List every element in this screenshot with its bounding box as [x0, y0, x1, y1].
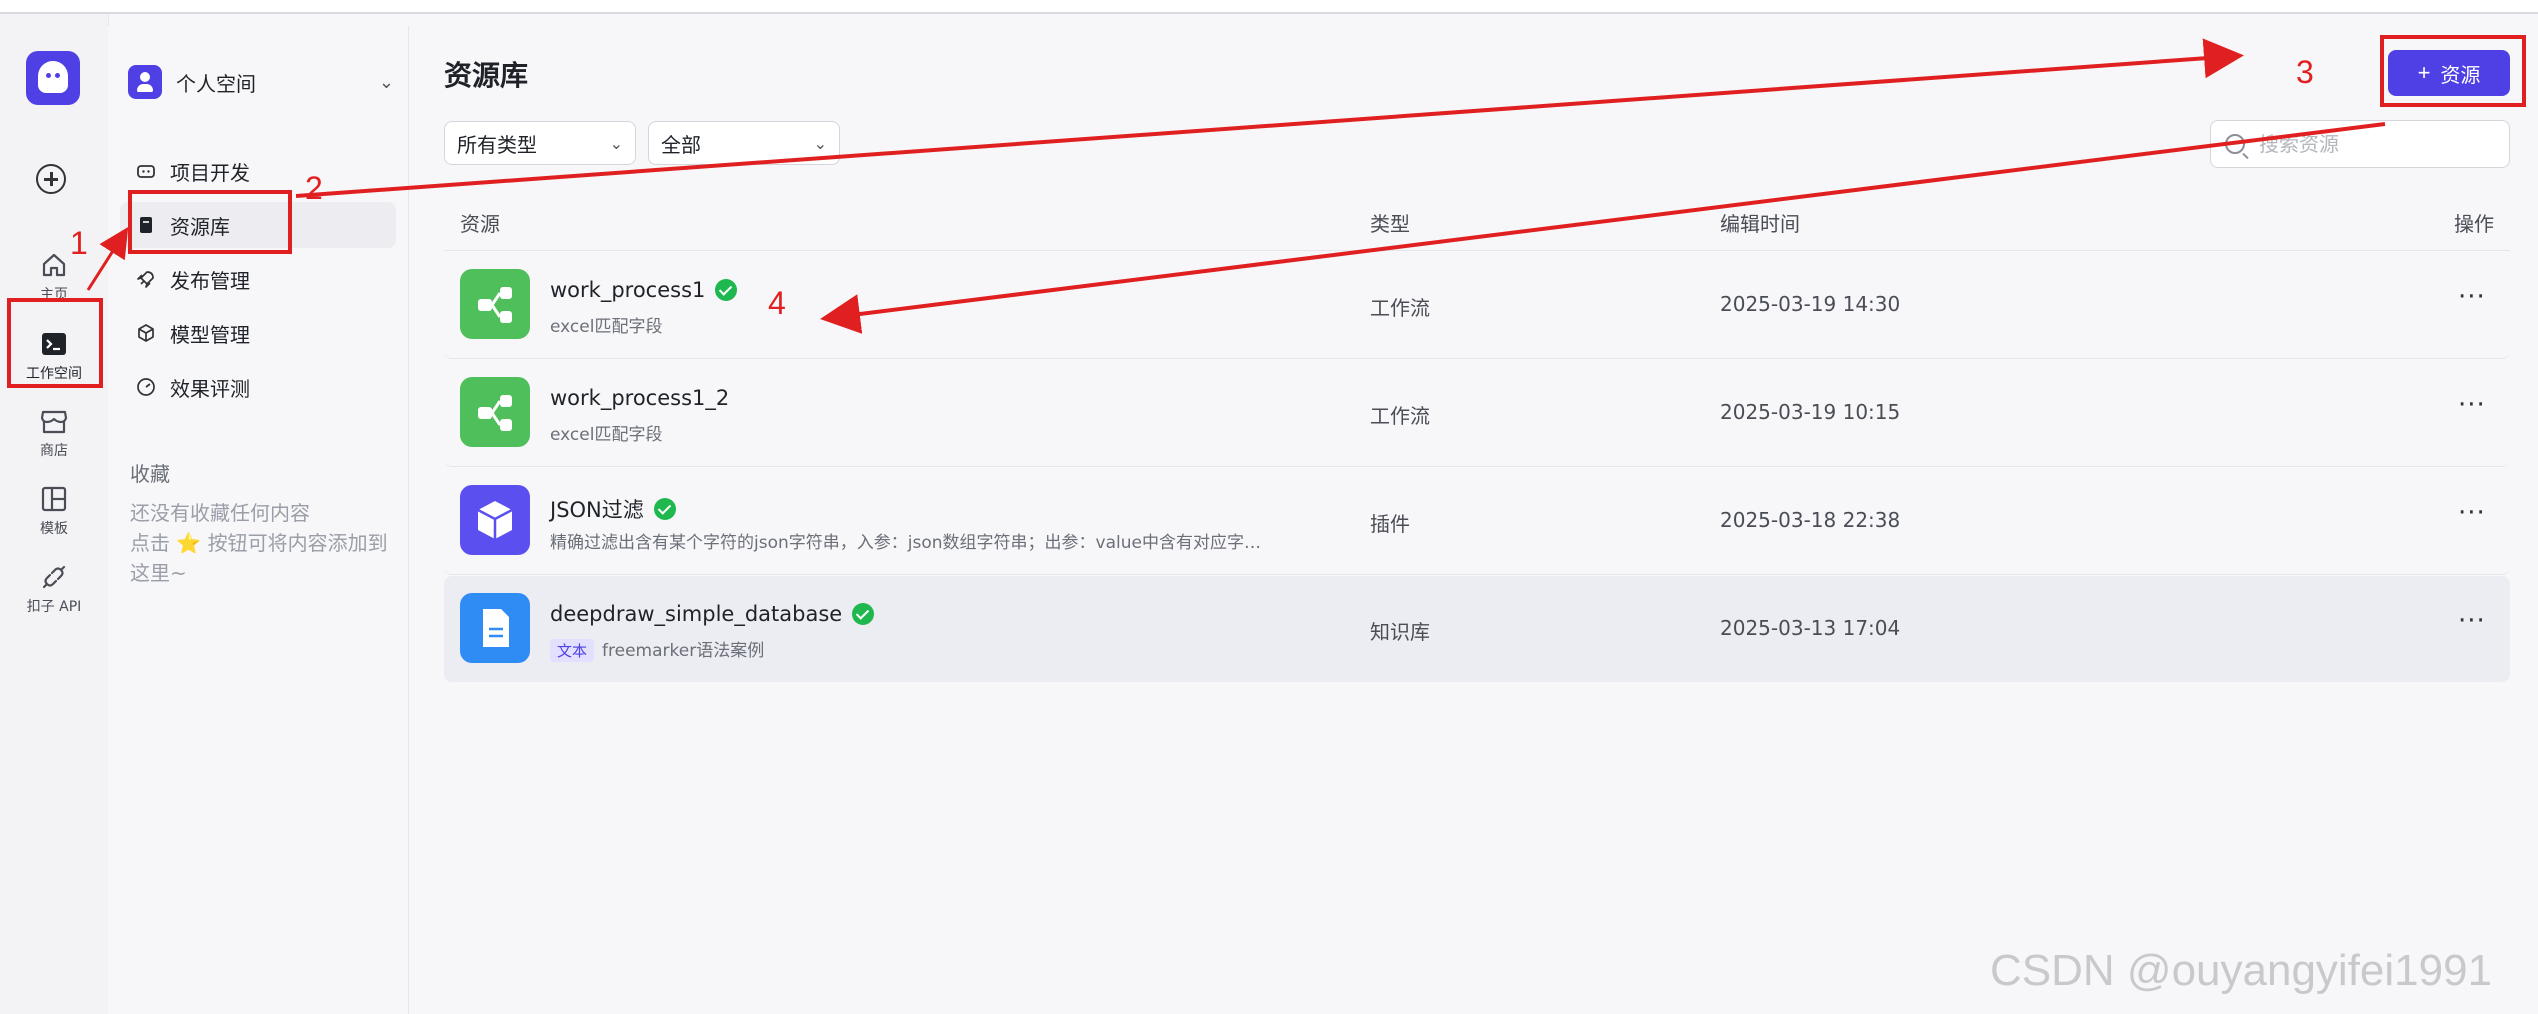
- arrow-2-to-3: [295, 38, 2244, 198]
- arrow-3-to-4: [820, 122, 2386, 334]
- arrow-1: [86, 226, 129, 291]
- watermark: CSDN @ouyangyifei1991: [1990, 946, 2493, 995]
- annotation-arrows: [86, 38, 2386, 334]
